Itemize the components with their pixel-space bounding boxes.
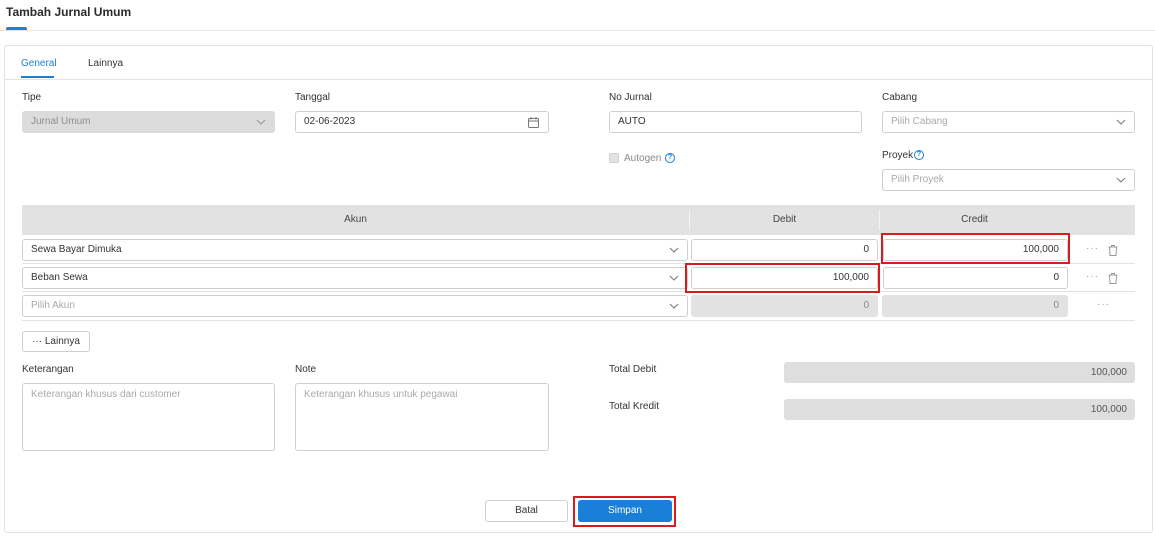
akun-placeholder: Pilih Akun (31, 300, 75, 311)
page-title: Tambah Jurnal Umum (6, 5, 132, 19)
no-jurnal-value: AUTO (618, 116, 646, 127)
total-kredit-label: Total Kredit (609, 401, 660, 412)
akun-select[interactable]: Sewa Bayar Dimuka (22, 239, 688, 261)
row-more-icon[interactable]: ··· (1097, 299, 1110, 310)
chevron-down-icon (669, 247, 679, 253)
cabang-select[interactable]: Pilih Cabang (882, 111, 1135, 133)
proyek-select[interactable]: Pilih Proyek (882, 169, 1135, 191)
autogen-checkbox[interactable] (609, 153, 619, 163)
debit-highlight (685, 263, 880, 293)
column-header-akun: Akun (344, 214, 367, 225)
tanggal-value: 02-06-2023 (304, 116, 356, 127)
chevron-down-icon (1116, 177, 1126, 183)
proyek-placeholder: Pilih Proyek (891, 174, 944, 185)
chevron-down-icon (669, 275, 679, 281)
akun-select[interactable]: Pilih Akun (22, 295, 688, 317)
table-header: Akun Debit Credit (22, 205, 1135, 235)
note-label: Note (295, 364, 317, 375)
save-highlight (573, 496, 676, 527)
tanggal-label: Tanggal (295, 92, 331, 103)
tipe-select: Jurnal Umum (22, 111, 275, 133)
autogen-label: Autogen (624, 153, 662, 164)
no-jurnal-input[interactable]: AUTO (609, 111, 862, 133)
cancel-button[interactable]: Batal (485, 500, 568, 522)
akun-select[interactable]: Beban Sewa (22, 267, 688, 289)
tab-lainnya[interactable]: Lainnya (88, 58, 123, 69)
keterangan-label: Keterangan (22, 364, 74, 375)
debit-input: 0 (691, 295, 878, 317)
credit-input[interactable]: 0 (883, 267, 1068, 289)
lainnya-button[interactable]: ··· Lainnya (22, 331, 90, 352)
tipe-value: Jurnal Umum (31, 116, 91, 127)
trash-icon[interactable] (1108, 245, 1118, 256)
help-icon[interactable]: ? (914, 150, 924, 160)
cabang-label: Cabang (882, 92, 918, 103)
debit-input[interactable]: 0 (691, 239, 878, 261)
no-jurnal-label: No Jurnal (609, 92, 652, 103)
akun-value: Sewa Bayar Dimuka (31, 244, 122, 255)
tab-general[interactable]: General (21, 58, 57, 69)
credit-input: 0 (882, 295, 1068, 317)
column-header-debit: Debit (772, 214, 797, 225)
active-tab-indicator (21, 76, 54, 78)
tipe-label: Tipe (22, 92, 42, 103)
calendar-icon[interactable] (528, 117, 539, 128)
help-icon[interactable]: ? (665, 153, 675, 163)
row-more-icon[interactable]: ··· (1086, 271, 1099, 282)
tabs-divider (5, 79, 1152, 80)
row-divider (22, 291, 1135, 292)
column-header-credit: Credit (961, 214, 988, 225)
tanggal-input[interactable]: 02-06-2023 (295, 111, 549, 133)
row-divider (22, 320, 1135, 321)
header-divider (0, 30, 1155, 31)
cabang-placeholder: Pilih Cabang (891, 116, 948, 127)
proyek-label: Proyek (882, 150, 914, 161)
chevron-down-icon (1116, 119, 1126, 125)
trash-icon[interactable] (1108, 273, 1118, 284)
chevron-down-icon (256, 119, 266, 125)
total-kredit-value: 100,000 (784, 399, 1135, 420)
total-debit-label: Total Debit (609, 364, 657, 375)
row-more-icon[interactable]: ··· (1086, 243, 1099, 254)
akun-value: Beban Sewa (31, 272, 88, 283)
credit-highlight (881, 233, 1070, 264)
keterangan-textarea[interactable]: Keterangan khusus dari customer (22, 383, 275, 451)
total-debit-value: 100,000 (784, 362, 1135, 383)
chevron-down-icon (669, 303, 679, 309)
note-textarea[interactable]: Keterangan khusus untuk pegawai (295, 383, 549, 451)
